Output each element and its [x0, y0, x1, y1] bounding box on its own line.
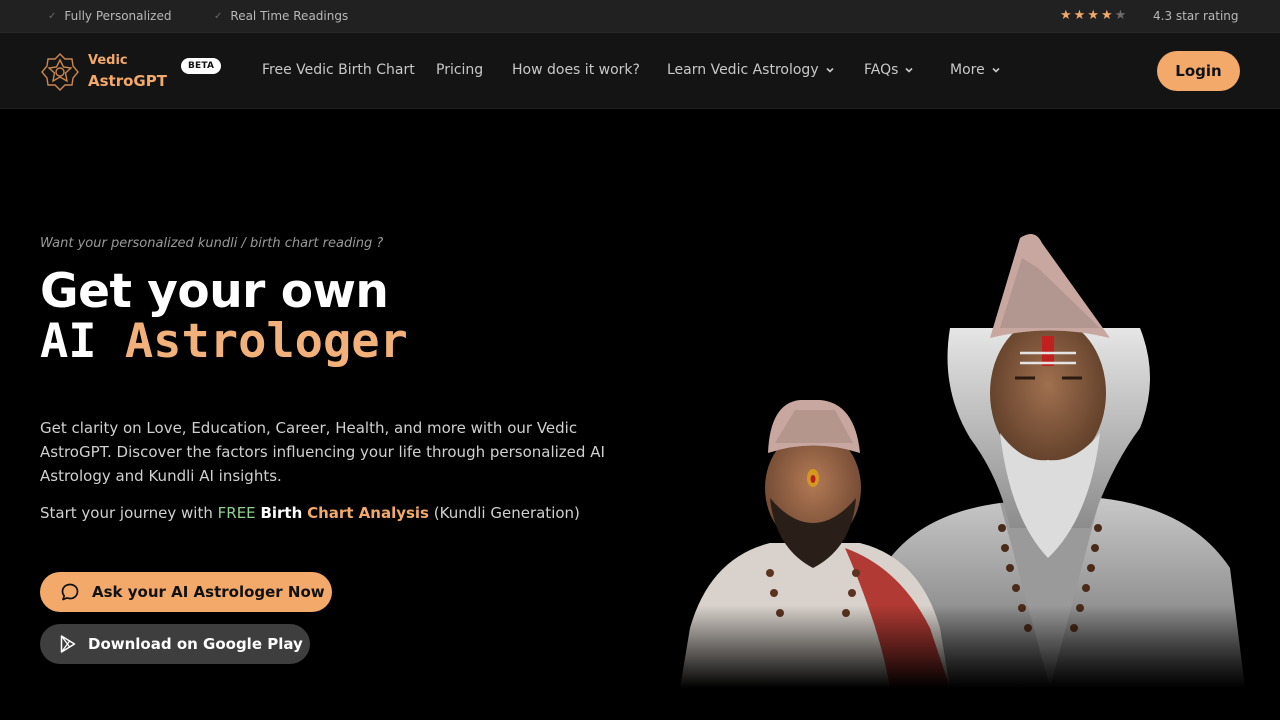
nav-link-label: More	[950, 62, 985, 78]
ask-button-label: Ask your AI Astrologer Now	[92, 583, 325, 601]
astrologers-illustration	[670, 228, 1245, 688]
ask-ai-astrologer-button[interactable]: Ask your AI Astrologer Now	[40, 572, 332, 612]
check-icon: ✓	[48, 10, 57, 22]
hero-tagline: Want your personalized kundli / birth ch…	[40, 236, 384, 251]
google-play-button[interactable]: Download on Google Play	[40, 624, 310, 664]
play-button-label: Download on Google Play	[88, 635, 303, 653]
nav-free-vedic-birth-chart[interactable]: Free Vedic Birth Chart	[262, 62, 415, 78]
nav-how-does-it-work[interactable]: How does it work?	[512, 62, 640, 78]
journey-chart-analysis-link[interactable]: Chart Analysis	[307, 504, 429, 522]
astro-logo-icon[interactable]	[40, 52, 80, 92]
star-icon: ★	[1060, 8, 1072, 23]
star-icon: ★	[1073, 8, 1086, 23]
nav-learn-vedic-astrology[interactable]: Learn Vedic Astrology	[667, 62, 835, 78]
nav-pricing[interactable]: Pricing	[436, 62, 483, 78]
feature-label: Fully Personalized	[64, 9, 172, 23]
nav-link-label: Learn Vedic Astrology	[667, 62, 819, 78]
chevron-down-icon	[992, 67, 1000, 73]
nav-faqs[interactable]: FAQs	[864, 62, 914, 78]
hero-description: Get clarity on Love, Education, Career, …	[40, 419, 605, 485]
main-nav: Vedic AstroGPT BETA Free Vedic Birth Cha…	[0, 33, 1280, 109]
google-play-icon	[60, 635, 76, 653]
feature-real-time-readings: ✓ Real Time Readings	[214, 9, 348, 23]
journey-free: FREE	[217, 504, 256, 522]
chevron-down-icon	[905, 67, 913, 73]
nav-more[interactable]: More	[950, 62, 1001, 78]
nav-link-label: Pricing	[436, 62, 484, 78]
star-icon: ★	[1087, 8, 1099, 23]
star-rating: ★ ★ ★ ★ ★	[1060, 8, 1126, 24]
hero-title-line1: Get your own	[40, 264, 389, 319]
login-button[interactable]: Login	[1157, 51, 1240, 91]
nav-link-label: FAQs	[864, 62, 899, 78]
top-strip: ✓ Fully Personalized ✓ Real Time Reading…	[0, 0, 1280, 33]
chevron-down-icon	[826, 67, 834, 73]
chat-bubble-icon	[61, 583, 79, 601]
hero-title-ai: AI	[40, 314, 97, 369]
hero-title-line2: AI Astrologer	[40, 314, 408, 369]
journey-suffix: (Kundli Generation)	[433, 504, 580, 522]
feature-fully-personalized: ✓ Fully Personalized	[48, 9, 171, 23]
star-icon: ★	[1100, 8, 1113, 23]
brand-name-line2[interactable]: AstroGPT	[88, 72, 167, 90]
rating-text: 4.3 star rating	[1153, 9, 1239, 23]
journey-prefix: Start your journey with	[40, 504, 213, 522]
star-icon: ★	[1114, 8, 1127, 23]
hero-journey-text: Start your journey with FREE Birth Chart…	[40, 501, 580, 525]
check-icon: ✓	[214, 10, 223, 22]
beta-badge: BETA	[181, 58, 222, 74]
nav-link-label: How does it work?	[512, 62, 640, 78]
nav-link-label: Free Vedic Birth Chart	[262, 62, 415, 78]
feature-label: Real Time Readings	[230, 9, 349, 23]
journey-birth: Birth	[260, 504, 303, 522]
hero-title-astrologer: Astrologer	[124, 314, 408, 369]
brand-name-line1[interactable]: Vedic	[88, 53, 128, 68]
